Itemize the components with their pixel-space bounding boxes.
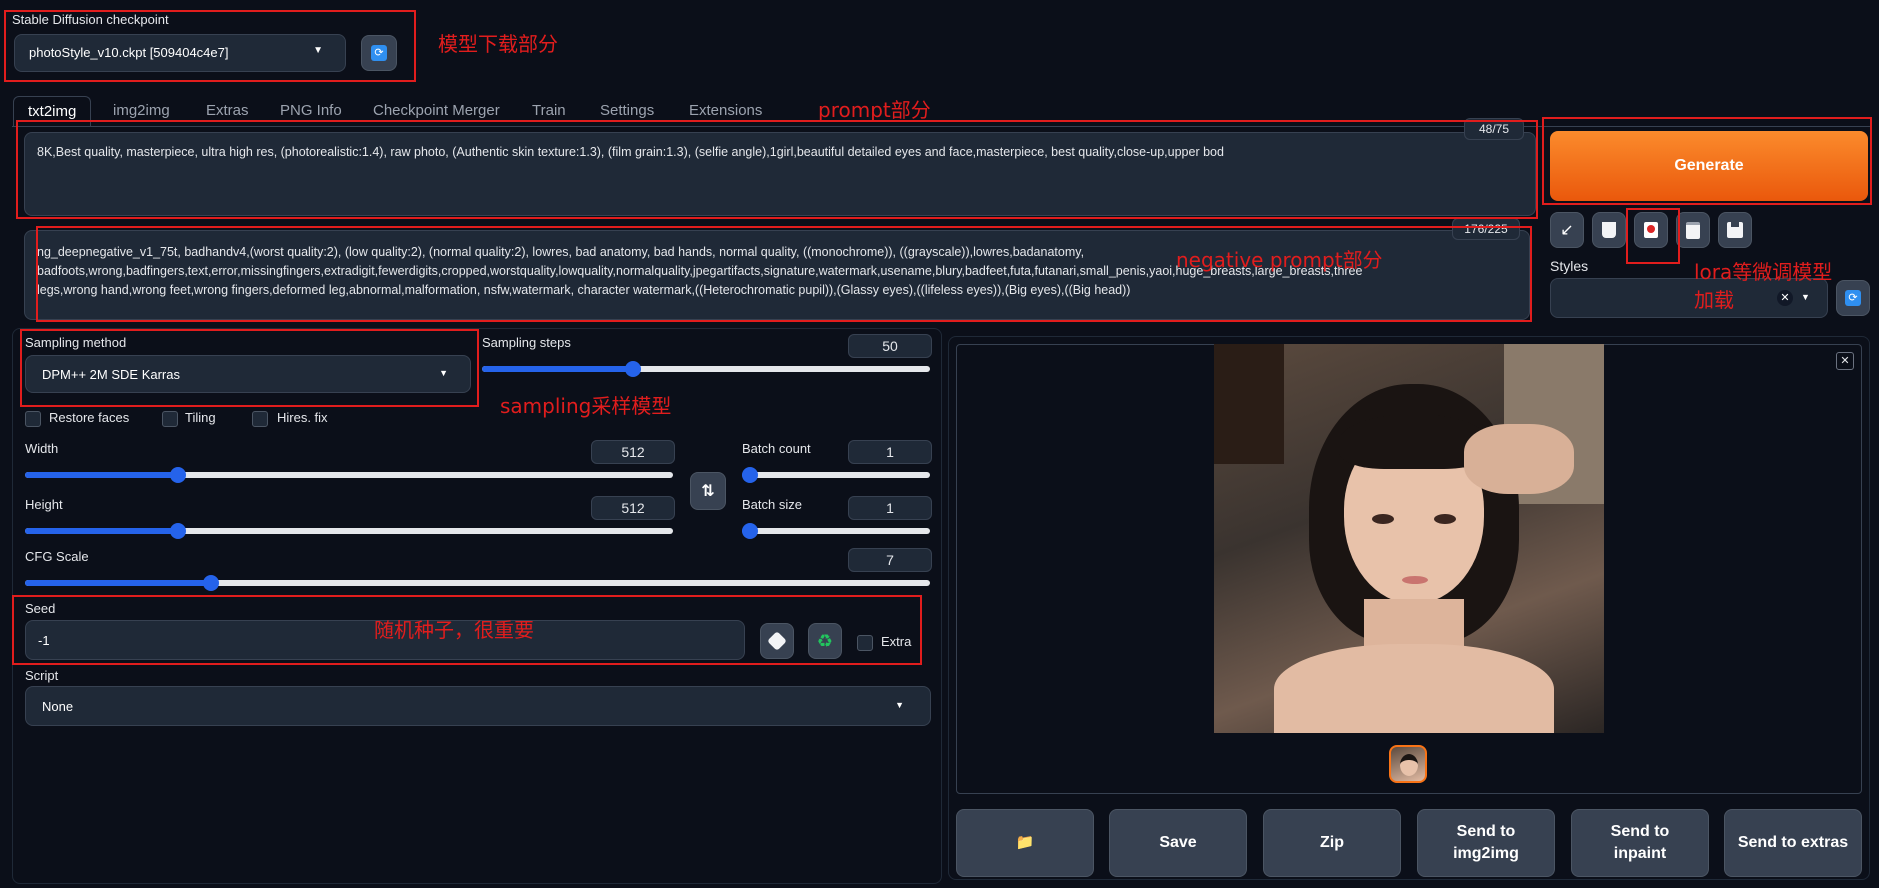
send-to-inpaint-line-2: inpaint: [1613, 845, 1667, 862]
width-slider[interactable]: [25, 467, 673, 483]
width-label: Width: [25, 441, 59, 456]
styles-label: Styles: [1550, 258, 1589, 274]
height-input[interactable]: 512: [591, 496, 675, 520]
script-value: None: [42, 699, 74, 714]
sampling-steps-label: Sampling steps: [482, 335, 571, 350]
open-folder-button[interactable]: 📁: [956, 809, 1094, 877]
script-dropdown[interactable]: None ▼: [25, 686, 931, 726]
batch-size-input[interactable]: 1: [848, 496, 932, 520]
send-to-img2img-line-2: img2img: [1453, 845, 1519, 862]
send-to-extras-label: Send to extras: [1737, 834, 1849, 851]
save-style-button[interactable]: [1718, 212, 1752, 248]
batch-size-label: Batch size: [742, 497, 802, 512]
restore-faces-label: Restore faces: [49, 410, 130, 425]
hires-fix-label: Hires. fix: [277, 410, 328, 425]
annotation-model-download: 模型下载部分: [438, 32, 558, 56]
send-to-extras-button[interactable]: Send to extras: [1724, 809, 1862, 877]
sampling-steps-input[interactable]: 50: [848, 334, 932, 358]
annotation-prompt: prompt部分: [818, 98, 931, 122]
height-slider[interactable]: [25, 523, 673, 539]
annotation-box-checkpoint: [4, 10, 416, 82]
generated-image[interactable]: [1214, 344, 1604, 733]
annotation-box-prompt: [16, 120, 1538, 219]
cfg-scale-input[interactable]: 7: [848, 548, 932, 572]
annotation-box-generate: [1542, 117, 1872, 205]
chevron-down-icon: ▼: [895, 700, 904, 710]
swap-arrows-icon: ⇅: [701, 483, 715, 500]
hires-fix-checkbox[interactable]: [252, 411, 268, 427]
save-label: Save: [1159, 834, 1197, 851]
clipboard-icon: [1686, 221, 1700, 239]
zip-label: Zip: [1320, 834, 1344, 851]
script-label: Script: [25, 668, 59, 683]
tiling-label: Tiling: [185, 410, 216, 425]
gallery-thumbnail[interactable]: [1389, 745, 1427, 783]
clear-prompt-button[interactable]: [1592, 212, 1626, 248]
annotation-lora-line-2: 加载: [1694, 288, 1734, 312]
annotation-seed: 随机种子，很重要: [374, 618, 534, 642]
annotation-lora-line-1: lora等微调模型: [1694, 260, 1833, 284]
apply-style-button[interactable]: [1676, 212, 1710, 248]
send-to-inpaint-button[interactable]: Send to inpaint: [1571, 809, 1709, 877]
refresh-styles-button[interactable]: ⟳: [1836, 280, 1870, 316]
batch-count-input[interactable]: 1: [848, 440, 932, 464]
save-button[interactable]: Save: [1109, 809, 1247, 877]
arrow-down-left-icon: ↙: [1560, 222, 1574, 239]
send-to-img2img-line-1: Send to: [1456, 823, 1516, 840]
cfg-scale-slider[interactable]: [25, 575, 930, 591]
folder-icon: 📁: [1015, 834, 1035, 851]
swap-dimensions-button[interactable]: ⇅: [690, 472, 726, 510]
width-input[interactable]: 512: [591, 440, 675, 464]
sampling-steps-slider[interactable]: [482, 361, 930, 377]
zip-button[interactable]: Zip: [1263, 809, 1401, 877]
annotation-box-sampling: [20, 329, 479, 407]
restore-faces-checkbox[interactable]: [25, 411, 41, 427]
cfg-scale-label: CFG Scale: [25, 549, 89, 564]
trash-icon: [1602, 222, 1616, 238]
tiling-checkbox[interactable]: [162, 411, 178, 427]
send-to-inpaint-line-1: Send to: [1610, 823, 1670, 840]
send-to-img2img-button[interactable]: Send to img2img: [1417, 809, 1555, 877]
annotation-negative-prompt: negative prompt部分: [1176, 248, 1383, 272]
read-params-button[interactable]: ↙: [1550, 212, 1584, 248]
annotation-sampling: sampling采样模型: [500, 394, 672, 418]
batch-size-slider[interactable]: [742, 523, 930, 539]
refresh-icon: ⟳: [1845, 290, 1861, 306]
clear-x-icon[interactable]: ✕: [1777, 290, 1793, 306]
height-label: Height: [25, 497, 63, 512]
annotation-box-negative-prompt: [36, 226, 1532, 322]
chevron-down-icon: ▼: [1801, 292, 1810, 302]
batch-count-label: Batch count: [742, 441, 811, 456]
floppy-disk-icon: [1727, 222, 1743, 238]
batch-count-slider[interactable]: [742, 467, 930, 483]
close-icon[interactable]: ✕: [1836, 352, 1854, 370]
annotation-box-lora: [1626, 208, 1680, 264]
